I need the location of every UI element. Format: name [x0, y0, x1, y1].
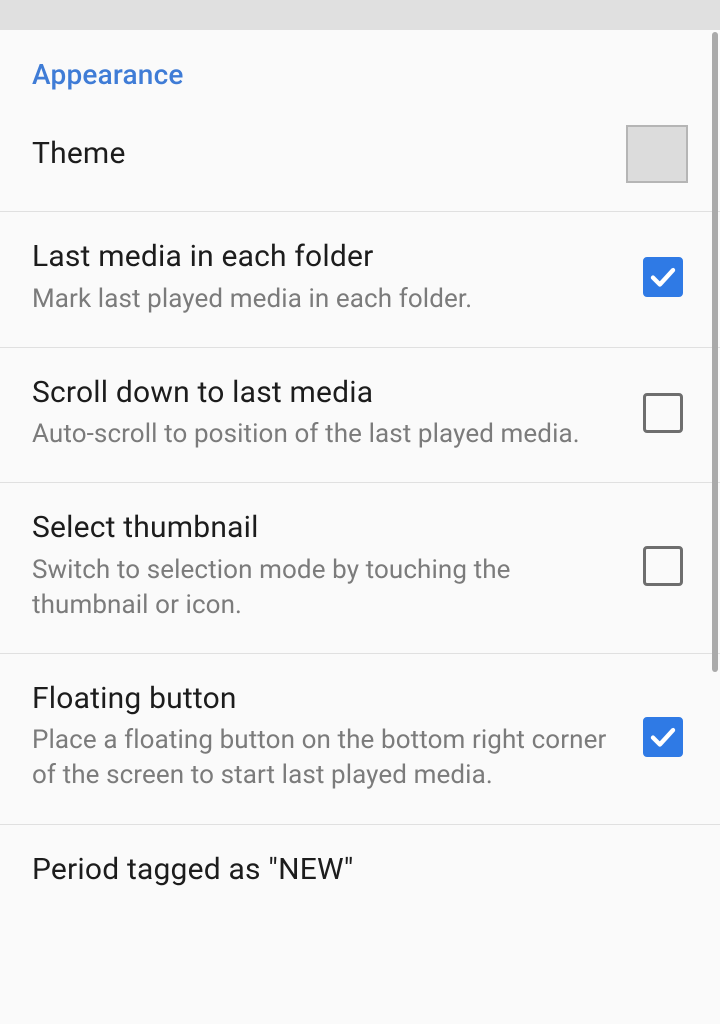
setting-text: Theme	[32, 135, 626, 173]
checkbox-floating-button[interactable]	[643, 717, 683, 757]
setting-text: Scroll down to last media Auto-scroll to…	[32, 374, 638, 453]
setting-desc-last-media: Mark last played media in each folder.	[32, 282, 614, 317]
setting-control	[638, 546, 688, 586]
setting-desc-scroll-down: Auto-scroll to position of the last play…	[32, 417, 614, 452]
setting-row-last-media[interactable]: Last media in each folder Mark last play…	[0, 211, 720, 347]
setting-text: Last media in each folder Mark last play…	[32, 238, 638, 317]
setting-text: Period tagged as "NEW"	[32, 851, 688, 889]
checkbox-scroll-down[interactable]	[643, 393, 683, 433]
settings-content: Appearance Theme Last media in each fold…	[0, 30, 720, 1024]
section-header-appearance: Appearance	[0, 30, 720, 107]
check-icon	[648, 262, 678, 292]
setting-control	[626, 125, 688, 183]
setting-row-theme[interactable]: Theme	[0, 107, 720, 211]
status-bar	[0, 0, 720, 30]
checkbox-select-thumbnail[interactable]	[643, 546, 683, 586]
setting-desc-select-thumbnail: Switch to selection mode by touching the…	[32, 553, 614, 623]
setting-control	[638, 717, 688, 757]
setting-control	[638, 393, 688, 433]
setting-title-floating-button: Floating button	[32, 680, 614, 718]
setting-title-select-thumbnail: Select thumbnail	[32, 509, 614, 547]
theme-swatch[interactable]	[626, 125, 688, 183]
setting-control	[638, 257, 688, 297]
setting-title-scroll-down: Scroll down to last media	[32, 374, 614, 412]
setting-row-floating-button[interactable]: Floating button Place a floating button …	[0, 653, 720, 824]
setting-text: Select thumbnail Switch to selection mod…	[32, 509, 638, 623]
setting-title-period-new: Period tagged as "NEW"	[32, 851, 664, 889]
setting-row-select-thumbnail[interactable]: Select thumbnail Switch to selection mod…	[0, 482, 720, 653]
setting-row-period-new[interactable]: Period tagged as "NEW"	[0, 824, 720, 919]
setting-row-scroll-down[interactable]: Scroll down to last media Auto-scroll to…	[0, 347, 720, 483]
scrollbar[interactable]	[712, 32, 718, 672]
setting-title-theme: Theme	[32, 135, 602, 173]
check-icon	[648, 722, 678, 752]
setting-title-last-media: Last media in each folder	[32, 238, 614, 276]
setting-desc-floating-button: Place a floating button on the bottom ri…	[32, 723, 614, 793]
checkbox-last-media[interactable]	[643, 257, 683, 297]
setting-text: Floating button Place a floating button …	[32, 680, 638, 794]
